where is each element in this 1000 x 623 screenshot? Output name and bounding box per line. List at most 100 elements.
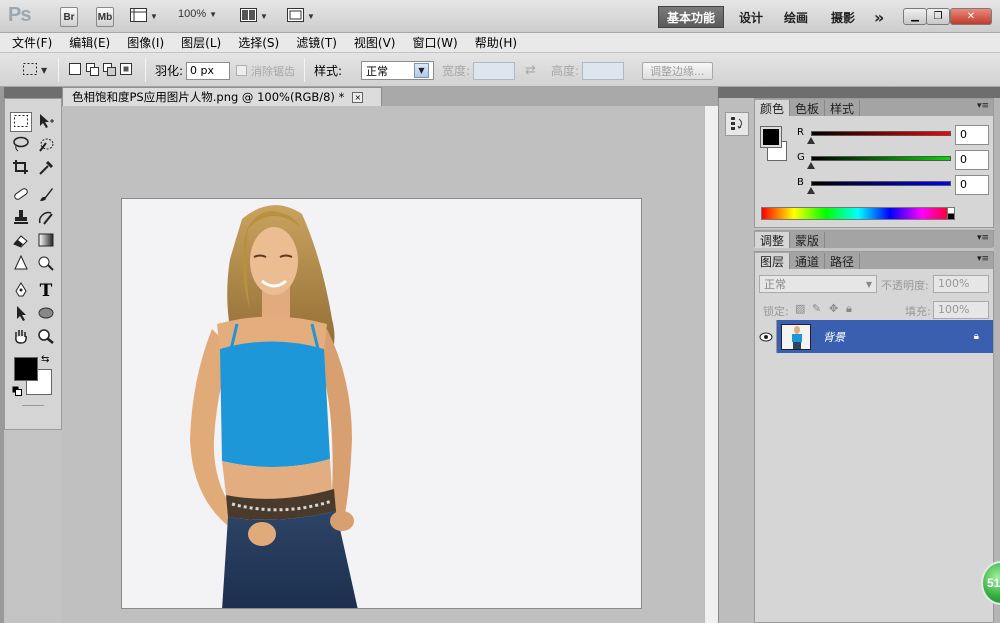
workspace-painting[interactable]: 绘画 <box>776 6 816 28</box>
blue-track[interactable] <box>811 181 951 186</box>
brush-tool[interactable] <box>35 185 57 205</box>
default-colors-icon[interactable] <box>12 385 22 399</box>
blue-slider[interactable]: B 0 <box>797 175 989 195</box>
red-value-input[interactable]: 0 <box>955 125 989 145</box>
lock-position-icon[interactable]: ✥ <box>829 302 838 315</box>
clone-stamp-tool[interactable] <box>10 208 32 228</box>
tab-masks[interactable]: 蒙版 <box>790 232 826 248</box>
spot-healing-brush-tool[interactable] <box>10 185 32 205</box>
eyedropper-tool[interactable] <box>35 158 57 178</box>
red-track[interactable] <box>811 131 951 136</box>
move-tool[interactable] <box>35 112 57 132</box>
launch-mini-bridge-button[interactable]: Mb <box>96 7 114 27</box>
pen-tool[interactable] <box>10 281 32 301</box>
panel-menu-icon[interactable]: ▾≡ <box>977 101 989 111</box>
vertical-scrollbar[interactable] <box>704 106 718 623</box>
document-image[interactable] <box>121 198 642 609</box>
lock-transparent-icon[interactable]: ▨ <box>795 302 805 315</box>
launch-bridge-button[interactable]: Br <box>60 7 78 27</box>
menu-image[interactable]: 图像(I) <box>127 34 164 51</box>
adjust-panel-menu-icon[interactable]: ▾≡ <box>977 233 989 243</box>
tab-channels[interactable]: 通道 <box>790 253 826 269</box>
rectangular-marquee-tool[interactable] <box>10 112 32 132</box>
tab-swatches[interactable]: 色板 <box>790 100 826 116</box>
tab-layers[interactable]: 图层 <box>755 253 791 269</box>
menu-edit[interactable]: 编辑(E) <box>69 34 110 51</box>
workspace-photography[interactable]: 摄影 <box>823 6 863 28</box>
history-panel-button[interactable] <box>725 112 749 136</box>
foreground-color-swatch[interactable] <box>14 357 38 381</box>
history-brush-tool[interactable] <box>35 208 57 228</box>
green-thumb[interactable] <box>807 162 815 169</box>
restore-button[interactable]: ❐ <box>926 8 950 25</box>
opacity-input[interactable]: 100% <box>933 275 989 293</box>
red-thumb[interactable] <box>807 137 815 144</box>
eye-icon[interactable] <box>755 320 777 353</box>
layers-panel-menu-icon[interactable]: ▾≡ <box>977 254 989 264</box>
intersect-selection-icon[interactable] <box>119 62 134 79</box>
right-panel-header[interactable] <box>754 87 1000 98</box>
type-tool[interactable]: T <box>35 281 57 301</box>
zoom-tool[interactable] <box>35 327 57 347</box>
ellipse-tool[interactable] <box>35 304 57 324</box>
green-value-input[interactable]: 0 <box>955 150 989 170</box>
refine-edge-button[interactable]: 调整边缘... <box>642 61 713 80</box>
red-slider[interactable]: R 0 <box>797 125 989 145</box>
zoom-level-dropdown[interactable]: 100% ▼ <box>178 8 217 20</box>
more-workspaces-button[interactable]: » <box>866 6 892 28</box>
menu-help[interactable]: 帮助(H) <box>475 34 517 51</box>
panel-scrollbar[interactable] <box>994 98 1000 623</box>
menu-select[interactable]: 选择(S) <box>238 34 279 51</box>
menu-layer[interactable]: 图层(L) <box>181 34 221 51</box>
eraser-tool[interactable] <box>10 231 32 251</box>
tab-adjustments[interactable]: 调整 <box>755 232 791 248</box>
fill-input[interactable]: 100% <box>933 301 989 319</box>
blur-tool[interactable] <box>10 254 32 274</box>
toolbox-header[interactable] <box>4 87 62 98</box>
lock-all-icon[interactable]: 🔒︎ <box>846 302 852 316</box>
swap-colors-icon[interactable]: ⇆ <box>41 354 49 365</box>
workspace-essentials[interactable]: 基本功能 <box>658 6 725 28</box>
menu-view[interactable]: 视图(V) <box>354 34 396 51</box>
green-track[interactable] <box>811 156 951 161</box>
feather-input[interactable]: 0 px <box>186 61 231 80</box>
menu-filter[interactable]: 滤镜(T) <box>296 34 337 51</box>
antialias-checkbox[interactable] <box>236 65 247 76</box>
menu-file[interactable]: 文件(F) <box>12 34 52 51</box>
blue-value-input[interactable]: 0 <box>955 175 989 195</box>
tool-preset-picker[interactable]: ▼ <box>22 61 47 80</box>
gradient-tool[interactable] <box>35 231 57 251</box>
width-input[interactable] <box>473 61 516 80</box>
lasso-tool[interactable] <box>10 135 32 155</box>
arrange-documents-dropdown[interactable]: ▼ <box>240 8 268 25</box>
style-select[interactable]: 正常 ▼ <box>361 61 434 80</box>
tab-paths[interactable]: 路径 <box>825 253 861 269</box>
hand-tool[interactable] <box>10 327 32 347</box>
view-extras-dropdown[interactable]: ▼ <box>130 8 158 25</box>
document-tab[interactable]: 色相饱和度PS应用图片人物.png @ 100%(RGB/8) * × <box>62 87 382 106</box>
panel-dock-header[interactable] <box>718 87 754 98</box>
blue-thumb[interactable] <box>807 187 815 194</box>
swap-dimensions-icon[interactable]: ⇄ <box>525 61 536 80</box>
close-document-icon[interactable]: × <box>352 91 364 103</box>
new-selection-icon[interactable] <box>68 62 83 79</box>
green-slider[interactable]: G 0 <box>797 150 989 170</box>
minimize-button[interactable]: ▁ <box>903 8 927 25</box>
blend-mode-select[interactable]: 正常 ▼ <box>759 275 877 293</box>
close-window-button[interactable]: ✕ <box>950 8 992 25</box>
lock-pixels-icon[interactable]: ✎ <box>812 302 821 315</box>
tab-styles[interactable]: 样式 <box>825 100 861 116</box>
path-selection-tool[interactable] <box>10 304 32 324</box>
color-spectrum-bar[interactable] <box>761 207 955 220</box>
tab-color[interactable]: 颜色 <box>755 100 791 116</box>
black-white-ramp[interactable] <box>947 207 955 220</box>
menu-window[interactable]: 窗口(W) <box>412 34 457 51</box>
workspace-design[interactable]: 设计 <box>731 6 771 28</box>
subtract-from-selection-icon[interactable] <box>102 62 117 79</box>
screen-mode-dropdown[interactable]: ▼ <box>287 8 315 25</box>
layer-row-background[interactable]: 背景 🔒︎ <box>755 320 993 353</box>
height-input[interactable] <box>582 61 625 80</box>
color-panel-fg-swatch[interactable] <box>760 126 782 148</box>
crop-tool[interactable] <box>10 158 32 178</box>
dodge-tool[interactable] <box>35 254 57 274</box>
